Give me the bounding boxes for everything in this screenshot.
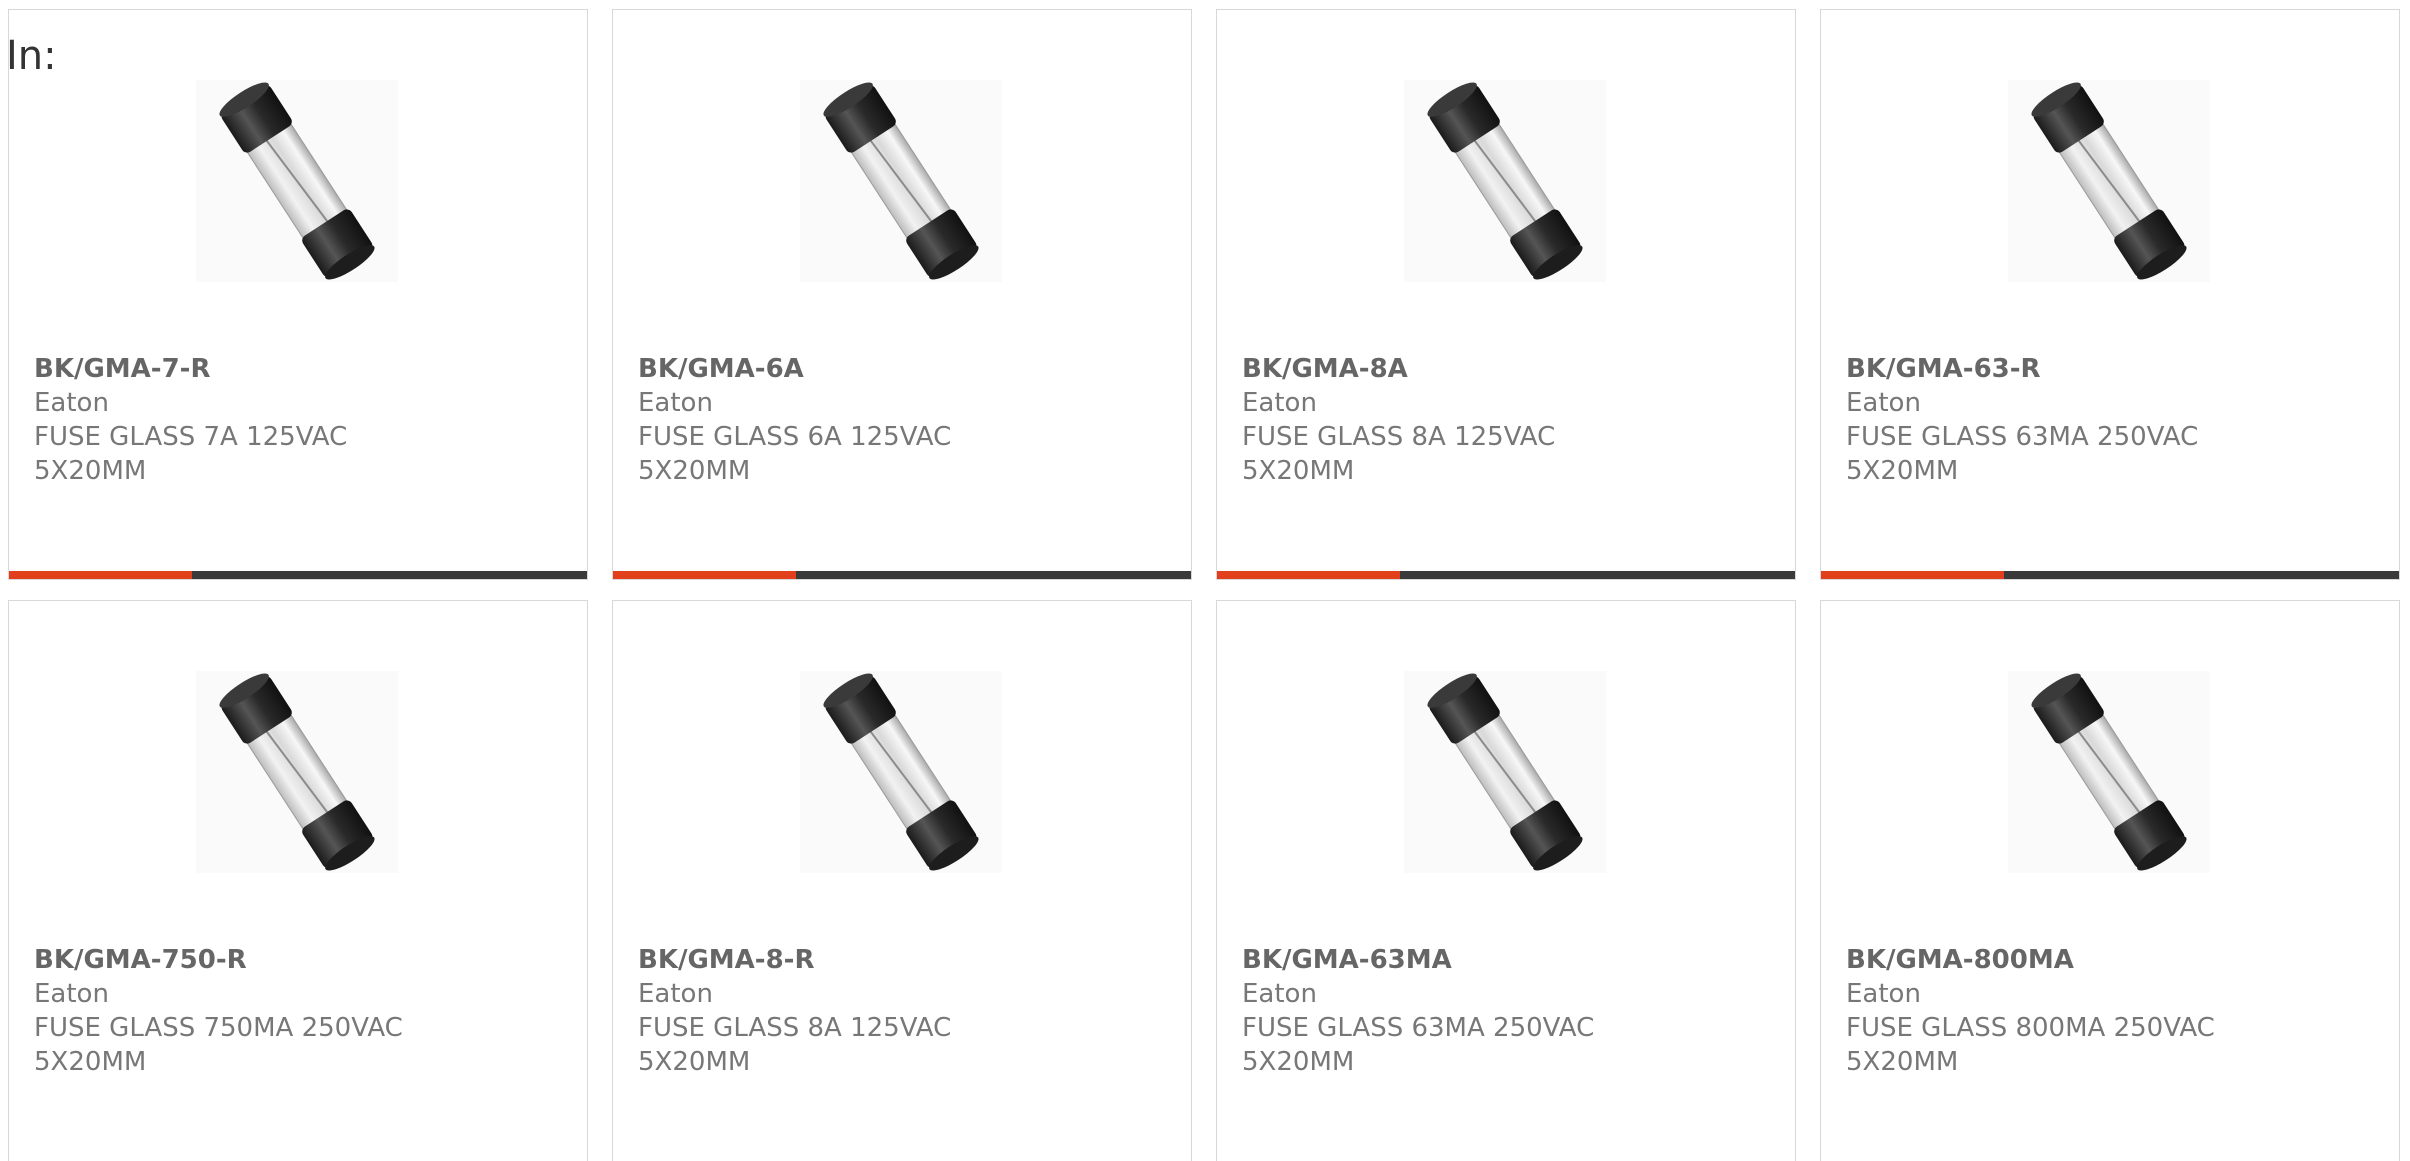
glass-fuse-icon[interactable] — [196, 80, 398, 282]
product-description: FUSE GLASS 63MA 250VAC 5X20MM — [1242, 1013, 1595, 1077]
card-hover-bar — [1821, 571, 2399, 579]
product-manufacturer: Eaton — [1846, 979, 1921, 1009]
glass-fuse-icon[interactable] — [800, 80, 1002, 282]
card-accent-bar — [9, 571, 192, 579]
product-card[interactable]: BK/GMA-63MA Eaton FUSE GLASS 63MA 250VAC… — [1216, 600, 1796, 1161]
card-accent-bar — [1217, 571, 1400, 579]
glass-fuse-icon[interactable] — [800, 671, 1002, 873]
card-hover-bar — [1217, 571, 1795, 579]
product-description: FUSE GLASS 800MA 250VAC 5X20MM — [1846, 1013, 2215, 1077]
card-accent-bar — [1821, 571, 2004, 579]
product-grid: BK/GMA-7-R Eaton FUSE GLASS 7A 125VAC 5X… — [8, 9, 2400, 1161]
product-manufacturer: Eaton — [1846, 388, 1921, 418]
product-manufacturer: Eaton — [34, 979, 109, 1009]
product-manufacturer: Eaton — [34, 388, 109, 418]
product-description: FUSE GLASS 7A 125VAC 5X20MM — [34, 422, 348, 486]
product-part-number[interactable]: BK/GMA-8-R — [638, 943, 1158, 977]
product-part-number[interactable]: BK/GMA-63-R — [1846, 352, 2366, 386]
product-card[interactable]: BK/GMA-63-R Eaton FUSE GLASS 63MA 250VAC… — [1820, 9, 2400, 580]
product-description: FUSE GLASS 6A 125VAC 5X20MM — [638, 422, 952, 486]
product-manufacturer: Eaton — [638, 388, 713, 418]
product-card[interactable]: BK/GMA-7-R Eaton FUSE GLASS 7A 125VAC 5X… — [8, 9, 588, 580]
product-part-number[interactable]: BK/GMA-750-R — [34, 943, 554, 977]
card-hover-bar — [9, 571, 587, 579]
card-accent-bar — [613, 571, 796, 579]
product-part-number[interactable]: BK/GMA-800MA — [1846, 943, 2366, 977]
product-card[interactable]: BK/GMA-8-R Eaton FUSE GLASS 8A 125VAC 5X… — [612, 600, 1192, 1161]
product-description: FUSE GLASS 8A 125VAC 5X20MM — [1242, 422, 1556, 486]
in-label: In: — [6, 33, 57, 79]
product-part-number[interactable]: BK/GMA-63MA — [1242, 943, 1762, 977]
product-part-number[interactable]: BK/GMA-7-R — [34, 352, 554, 386]
product-manufacturer: Eaton — [638, 979, 713, 1009]
product-part-number[interactable]: BK/GMA-8A — [1242, 352, 1762, 386]
product-card[interactable]: BK/GMA-750-R Eaton FUSE GLASS 750MA 250V… — [8, 600, 588, 1161]
product-manufacturer: Eaton — [1242, 388, 1317, 418]
product-part-number[interactable]: BK/GMA-6A — [638, 352, 1158, 386]
glass-fuse-icon[interactable] — [1404, 671, 1606, 873]
product-card[interactable]: BK/GMA-8A Eaton FUSE GLASS 8A 125VAC 5X2… — [1216, 9, 1796, 580]
glass-fuse-icon[interactable] — [2008, 80, 2210, 282]
product-description: FUSE GLASS 8A 125VAC 5X20MM — [638, 1013, 952, 1077]
glass-fuse-icon[interactable] — [196, 671, 398, 873]
card-hover-bar — [613, 571, 1191, 579]
glass-fuse-icon[interactable] — [1404, 80, 1606, 282]
product-results-page: In: BK/GMA-7-R Eaton FUSE GLASS 7A 125VA… — [0, 0, 2410, 1161]
product-card[interactable]: BK/GMA-800MA Eaton FUSE GLASS 800MA 250V… — [1820, 600, 2400, 1161]
product-description: FUSE GLASS 63MA 250VAC 5X20MM — [1846, 422, 2199, 486]
product-manufacturer: Eaton — [1242, 979, 1317, 1009]
product-description: FUSE GLASS 750MA 250VAC 5X20MM — [34, 1013, 403, 1077]
glass-fuse-icon[interactable] — [2008, 671, 2210, 873]
product-card[interactable]: BK/GMA-6A Eaton FUSE GLASS 6A 125VAC 5X2… — [612, 9, 1192, 580]
